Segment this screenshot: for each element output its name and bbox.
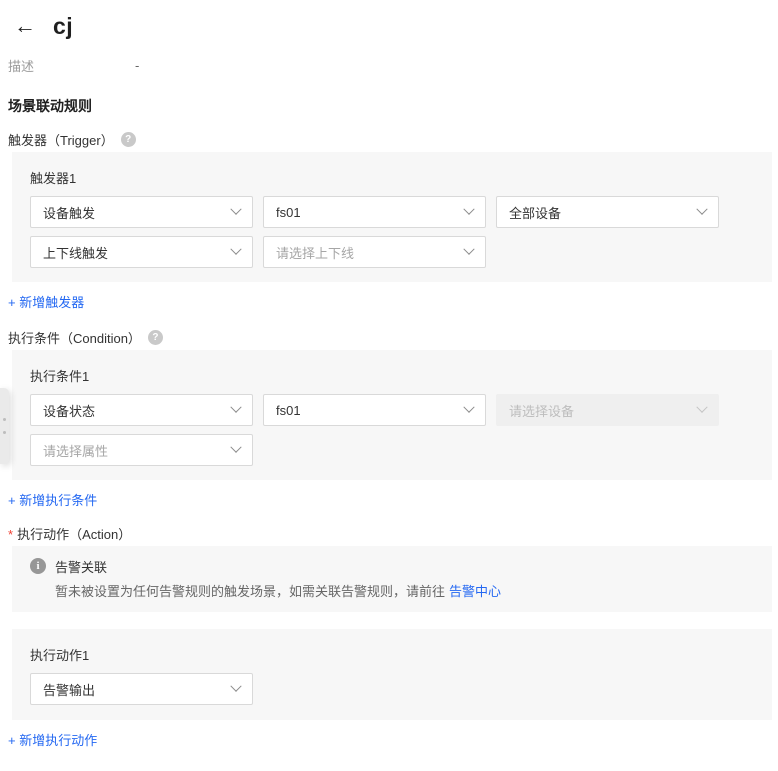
- rules-heading: 场景联动规则: [8, 96, 778, 114]
- condition-device-placeholder: 请选择设备: [509, 401, 574, 420]
- action-select-row-1: 告警输出: [30, 673, 754, 705]
- action-section-label-row: * 执行动作（Action）: [8, 524, 778, 542]
- action-output-select[interactable]: 告警输出: [30, 673, 253, 705]
- action-group-title: 执行动作1: [30, 645, 754, 663]
- back-icon[interactable]: ←: [14, 15, 36, 37]
- condition-type-value: 设备状态: [43, 401, 95, 420]
- trigger-panel: 触发器1 设备触发 fs01 全部设备 上下线触发 请选择上下线: [12, 152, 772, 282]
- chevron-down-icon: [463, 244, 474, 255]
- page-header: ← cj: [14, 10, 778, 42]
- alert-notice-box: i 告警关联 暂未被设置为任何告警规则的触发场景，如需关联告警规则，请前往告警中…: [12, 546, 772, 612]
- drawer-handle-dot: [3, 418, 6, 421]
- condition-device-select: 请选择设备: [496, 394, 719, 426]
- chevron-down-icon: [696, 402, 707, 413]
- condition-select-row-2: 请选择属性: [30, 434, 754, 466]
- trigger-type-select[interactable]: 设备触发: [30, 196, 253, 228]
- chevron-down-icon: [230, 402, 241, 413]
- condition-product-select[interactable]: fs01: [263, 394, 486, 426]
- action-output-value: 告警输出: [43, 680, 95, 699]
- description-row: 描述 -: [8, 56, 778, 74]
- chevron-down-icon: [230, 204, 241, 215]
- trigger-device-value: 全部设备: [509, 203, 561, 222]
- condition-section-label: 执行条件（Condition）: [8, 328, 141, 347]
- condition-type-select[interactable]: 设备状态: [30, 394, 253, 426]
- add-trigger-link[interactable]: + 新增触发器: [8, 292, 84, 310]
- description-value: -: [135, 58, 139, 73]
- condition-property-placeholder: 请选择属性: [43, 441, 108, 460]
- trigger-online-state-placeholder: 请选择上下线: [276, 243, 354, 262]
- condition-section-label-row: 执行条件（Condition） ?: [8, 328, 778, 346]
- trigger-device-select[interactable]: 全部设备: [496, 196, 719, 228]
- condition-group-title: 执行条件1: [30, 366, 754, 384]
- trigger-event-select[interactable]: 上下线触发: [30, 236, 253, 268]
- chevron-down-icon: [230, 681, 241, 692]
- condition-panel: 执行条件1 设备状态 fs01 请选择设备 请选择属性: [12, 350, 772, 480]
- chevron-down-icon: [230, 244, 241, 255]
- trigger-product-select[interactable]: fs01: [263, 196, 486, 228]
- trigger-select-row-1: 设备触发 fs01 全部设备: [30, 196, 754, 228]
- action-section-label: 执行动作（Action）: [17, 524, 131, 543]
- required-asterisk: *: [8, 524, 13, 542]
- side-drawer-handle[interactable]: [0, 388, 9, 464]
- chevron-down-icon: [463, 402, 474, 413]
- add-action-link[interactable]: + 新增执行动作: [8, 730, 97, 748]
- trigger-type-value: 设备触发: [43, 203, 95, 222]
- info-icon: i: [30, 558, 46, 574]
- help-icon[interactable]: ?: [148, 330, 163, 345]
- add-condition-link[interactable]: + 新增执行条件: [8, 490, 97, 508]
- trigger-product-value: fs01: [276, 205, 301, 220]
- trigger-section-label: 触发器（Trigger）: [8, 130, 114, 149]
- alert-notice-title: 告警关联: [55, 557, 107, 576]
- drawer-handle-dot: [3, 431, 6, 434]
- alert-notice-text: 暂未被设置为任何告警规则的触发场景，如需关联告警规则，请前往: [55, 584, 445, 599]
- description-label: 描述: [8, 56, 135, 75]
- trigger-online-state-select[interactable]: 请选择上下线: [263, 236, 486, 268]
- trigger-select-row-2: 上下线触发 请选择上下线: [30, 236, 754, 268]
- condition-property-select[interactable]: 请选择属性: [30, 434, 253, 466]
- chevron-down-icon: [463, 204, 474, 215]
- condition-select-row-1: 设备状态 fs01 请选择设备: [30, 394, 754, 426]
- alert-center-link[interactable]: 告警中心: [449, 584, 501, 599]
- alert-notice-head: i 告警关联: [30, 557, 754, 575]
- page-title: cj: [53, 13, 73, 40]
- trigger-section-label-row: 触发器（Trigger） ?: [8, 130, 778, 148]
- condition-product-value: fs01: [276, 403, 301, 418]
- trigger-group-title: 触发器1: [30, 168, 754, 186]
- alert-notice-body: 暂未被设置为任何告警规则的触发场景，如需关联告警规则，请前往告警中心: [55, 581, 754, 600]
- action-panel: 执行动作1 告警输出: [12, 629, 772, 720]
- chevron-down-icon: [696, 204, 707, 215]
- trigger-event-value: 上下线触发: [43, 243, 108, 262]
- chevron-down-icon: [230, 442, 241, 453]
- help-icon[interactable]: ?: [121, 132, 136, 147]
